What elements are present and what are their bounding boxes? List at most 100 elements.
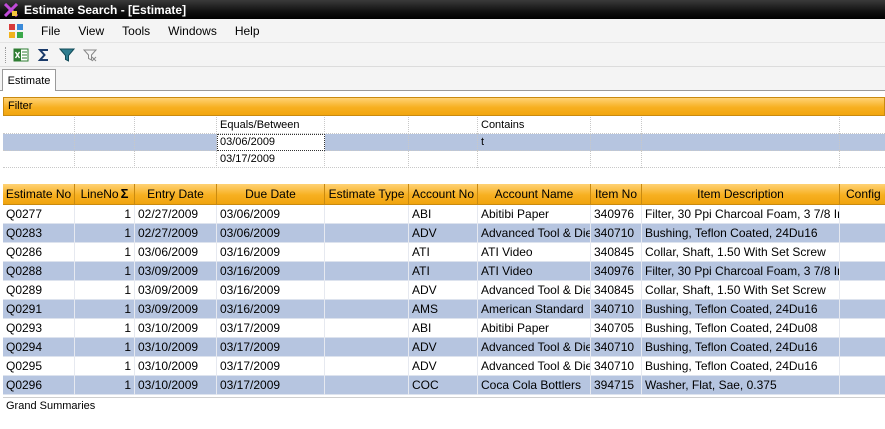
cell-item-no[interactable]: 340976	[591, 205, 642, 224]
cell-account-name[interactable]: Abitibi Paper	[478, 319, 591, 338]
cell-estimate-type[interactable]	[325, 357, 409, 376]
cell-estimate-no[interactable]: Q0286	[3, 243, 75, 262]
cell-item-description[interactable]: Bushing, Teflon Coated, 24Du16	[642, 357, 840, 376]
filter-mode-account-name[interactable]: Contains	[478, 117, 591, 134]
cell-line-no[interactable]: 1	[75, 243, 135, 262]
cell-account-no[interactable]: ADV	[409, 281, 478, 300]
cell-account-no[interactable]: ABI	[409, 205, 478, 224]
cell-due-date[interactable]: 03/06/2009	[217, 224, 325, 243]
cell-entry-date[interactable]: 03/10/2009	[135, 338, 217, 357]
cell-entry-date[interactable]: 02/27/2009	[135, 224, 217, 243]
column-header-estimate-type[interactable]: Estimate Type	[325, 184, 409, 205]
cell-entry-date[interactable]: 03/10/2009	[135, 319, 217, 338]
cell-line-no[interactable]: 1	[75, 300, 135, 319]
cell-account-name[interactable]: Advanced Tool & Die	[478, 338, 591, 357]
cell-estimate-type[interactable]	[325, 281, 409, 300]
cell-item-description[interactable]: Bushing, Teflon Coated, 24Du16	[642, 300, 840, 319]
cell-account-name[interactable]: Advanced Tool & Die	[478, 281, 591, 300]
cell-entry-date[interactable]: 02/27/2009	[135, 205, 217, 224]
filter-cell[interactable]	[840, 134, 885, 151]
cell-line-no[interactable]: 1	[75, 319, 135, 338]
export-excel-icon[interactable]	[11, 45, 31, 65]
clear-filter-icon[interactable]	[80, 45, 100, 65]
filter-cell[interactable]	[409, 117, 478, 134]
cell-item-no[interactable]: 340845	[591, 281, 642, 300]
cell-config[interactable]	[840, 243, 885, 262]
cell-account-name[interactable]: Advanced Tool & Die	[478, 224, 591, 243]
cell-estimate-no[interactable]: Q0293	[3, 319, 75, 338]
cell-item-description[interactable]: Bushing, Teflon Coated, 24Du16	[642, 224, 840, 243]
window-menu-icon[interactable]	[8, 23, 24, 39]
cell-estimate-no[interactable]: Q0295	[3, 357, 75, 376]
filter-cell[interactable]	[591, 134, 642, 151]
cell-item-description[interactable]: Filter, 30 Ppi Charcoal Foam, 3 7/8 In.	[642, 262, 840, 281]
cell-config[interactable]	[840, 338, 885, 357]
cell-item-no[interactable]: 340710	[591, 357, 642, 376]
filter-cell[interactable]	[591, 151, 642, 168]
cell-line-no[interactable]: 1	[75, 281, 135, 300]
cell-line-no[interactable]: 1	[75, 205, 135, 224]
cell-account-no[interactable]: ATI	[409, 262, 478, 281]
cell-line-no[interactable]: 1	[75, 338, 135, 357]
cell-config[interactable]	[840, 357, 885, 376]
filter-cell[interactable]	[135, 134, 217, 151]
cell-account-name[interactable]: ATI Video	[478, 243, 591, 262]
cell-due-date[interactable]: 03/17/2009	[217, 338, 325, 357]
filter-cell[interactable]	[75, 151, 135, 168]
column-header-item-description[interactable]: Item Description	[642, 184, 840, 205]
cell-line-no[interactable]: 1	[75, 376, 135, 395]
cell-estimate-no[interactable]: Q0296	[3, 376, 75, 395]
cell-account-name[interactable]: Coca Cola Bottlers	[478, 376, 591, 395]
cell-estimate-no[interactable]: Q0288	[3, 262, 75, 281]
column-header-estimate-no[interactable]: Estimate No	[3, 184, 75, 205]
cell-account-name[interactable]: ATI Video	[478, 262, 591, 281]
table-row[interactable]: Q0291 1 03/09/2009 03/16/2009 AMS American St…	[3, 300, 885, 319]
cell-item-no[interactable]: 340976	[591, 262, 642, 281]
cell-account-no[interactable]: ADV	[409, 224, 478, 243]
cell-estimate-no[interactable]: Q0291	[3, 300, 75, 319]
cell-item-description[interactable]: Washer, Flat, Sae, 0.375	[642, 376, 840, 395]
cell-estimate-type[interactable]	[325, 262, 409, 281]
cell-config[interactable]	[840, 300, 885, 319]
column-header-line-no[interactable]: LineNo Σ	[75, 184, 135, 205]
cell-config[interactable]	[840, 262, 885, 281]
cell-account-no[interactable]: ADV	[409, 338, 478, 357]
cell-account-name[interactable]: Abitibi Paper	[478, 205, 591, 224]
filter-cell[interactable]	[642, 117, 840, 134]
cell-line-no[interactable]: 1	[75, 262, 135, 281]
cell-item-description[interactable]: Bushing, Teflon Coated, 24Du16	[642, 338, 840, 357]
filter-cell[interactable]	[135, 151, 217, 168]
cell-line-no[interactable]: 1	[75, 357, 135, 376]
cell-estimate-no[interactable]: Q0289	[3, 281, 75, 300]
cell-account-no[interactable]: ABI	[409, 319, 478, 338]
filter-cell[interactable]	[3, 151, 75, 168]
cell-config[interactable]	[840, 319, 885, 338]
filter-due-date-to[interactable]: 03/17/2009	[217, 151, 325, 168]
cell-estimate-type[interactable]	[325, 376, 409, 395]
cell-entry-date[interactable]: 03/09/2009	[135, 300, 217, 319]
cell-due-date[interactable]: 03/17/2009	[217, 319, 325, 338]
cell-account-no[interactable]: ATI	[409, 243, 478, 262]
menu-view[interactable]: View	[69, 19, 113, 43]
table-row[interactable]: Q0295 1 03/10/2009 03/17/2009 ADV Advanced To…	[3, 357, 885, 376]
cell-entry-date[interactable]: 03/10/2009	[135, 376, 217, 395]
cell-item-description[interactable]: Filter, 30 Ppi Charcoal Foam, 3 7/8 In.	[642, 205, 840, 224]
filter-cell[interactable]	[325, 151, 409, 168]
filter-cell[interactable]	[478, 151, 591, 168]
cell-estimate-no[interactable]: Q0277	[3, 205, 75, 224]
table-row[interactable]: Q0283 1 02/27/2009 03/06/2009 ADV Advanced To…	[3, 224, 885, 243]
cell-account-no[interactable]: COC	[409, 376, 478, 395]
cell-item-no[interactable]: 340705	[591, 319, 642, 338]
cell-config[interactable]	[840, 281, 885, 300]
cell-estimate-type[interactable]	[325, 205, 409, 224]
filter-cell[interactable]	[75, 117, 135, 134]
cell-estimate-type[interactable]	[325, 319, 409, 338]
table-row[interactable]: Q0277 1 02/27/2009 03/06/2009 ABI Abitibi Pap…	[3, 205, 885, 224]
cell-entry-date[interactable]: 03/06/2009	[135, 243, 217, 262]
filter-cell[interactable]	[591, 117, 642, 134]
table-row[interactable]: Q0296 1 03/10/2009 03/17/2009 COC Coca Cola B…	[3, 376, 885, 395]
table-row[interactable]: Q0294 1 03/10/2009 03/17/2009 ADV Advanced To…	[3, 338, 885, 357]
filter-cell[interactable]	[840, 151, 885, 168]
cell-entry-date[interactable]: 03/09/2009	[135, 281, 217, 300]
cell-item-description[interactable]: Collar, Shaft, 1.50 With Set Screw	[642, 281, 840, 300]
